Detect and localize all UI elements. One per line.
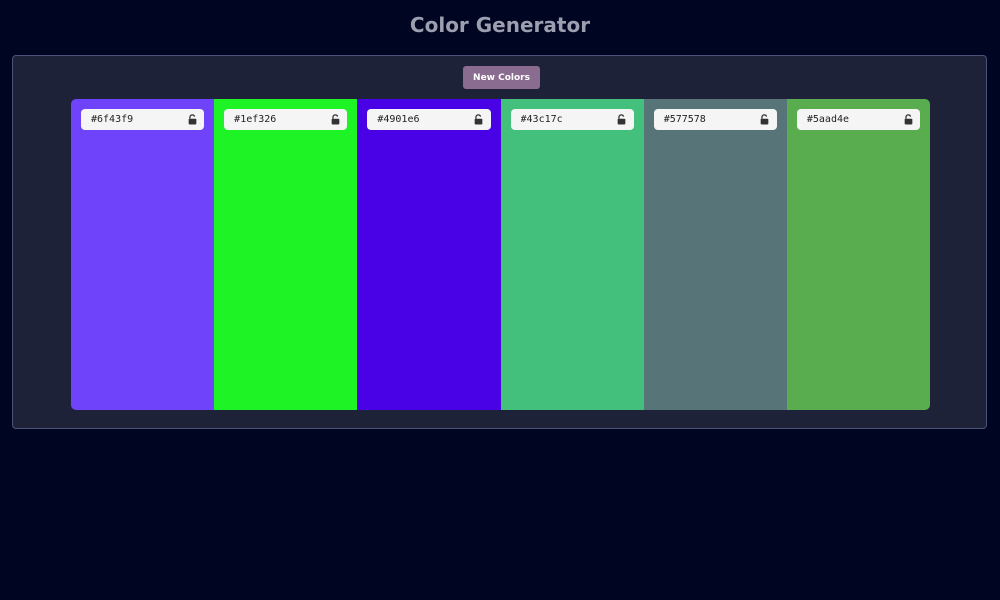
color-swatch (786, 99, 930, 410)
color-swatch (357, 99, 501, 410)
color-swatch (643, 99, 787, 410)
color-swatch (71, 99, 215, 410)
unlocked-lock-icon[interactable] (759, 114, 771, 126)
hex-input[interactable] (91, 109, 187, 130)
unlocked-lock-icon[interactable] (616, 114, 628, 126)
hex-input[interactable] (806, 109, 903, 130)
hex-input[interactable] (520, 109, 616, 130)
unlocked-lock-icon[interactable] (473, 114, 485, 126)
generator-panel: New Colors (12, 55, 987, 429)
page-title: Color Generator (409, 13, 591, 37)
hex-field (796, 109, 921, 130)
hex-field (81, 109, 205, 130)
color-palette (71, 99, 930, 410)
color-swatch (214, 99, 358, 410)
unlocked-lock-icon[interactable] (329, 114, 341, 126)
hex-input[interactable] (234, 109, 330, 130)
hex-field (653, 109, 777, 130)
hex-field (367, 109, 491, 130)
hex-field (510, 109, 634, 130)
unlocked-lock-icon[interactable] (902, 114, 914, 126)
unlocked-lock-icon[interactable] (186, 114, 198, 126)
new-colors-button[interactable]: New Colors (463, 66, 540, 89)
page: Color Generator New Colors (0, 0, 1000, 600)
hex-field (224, 109, 348, 130)
color-swatch (500, 99, 644, 410)
hex-input[interactable] (663, 109, 759, 130)
hex-input[interactable] (377, 109, 473, 130)
